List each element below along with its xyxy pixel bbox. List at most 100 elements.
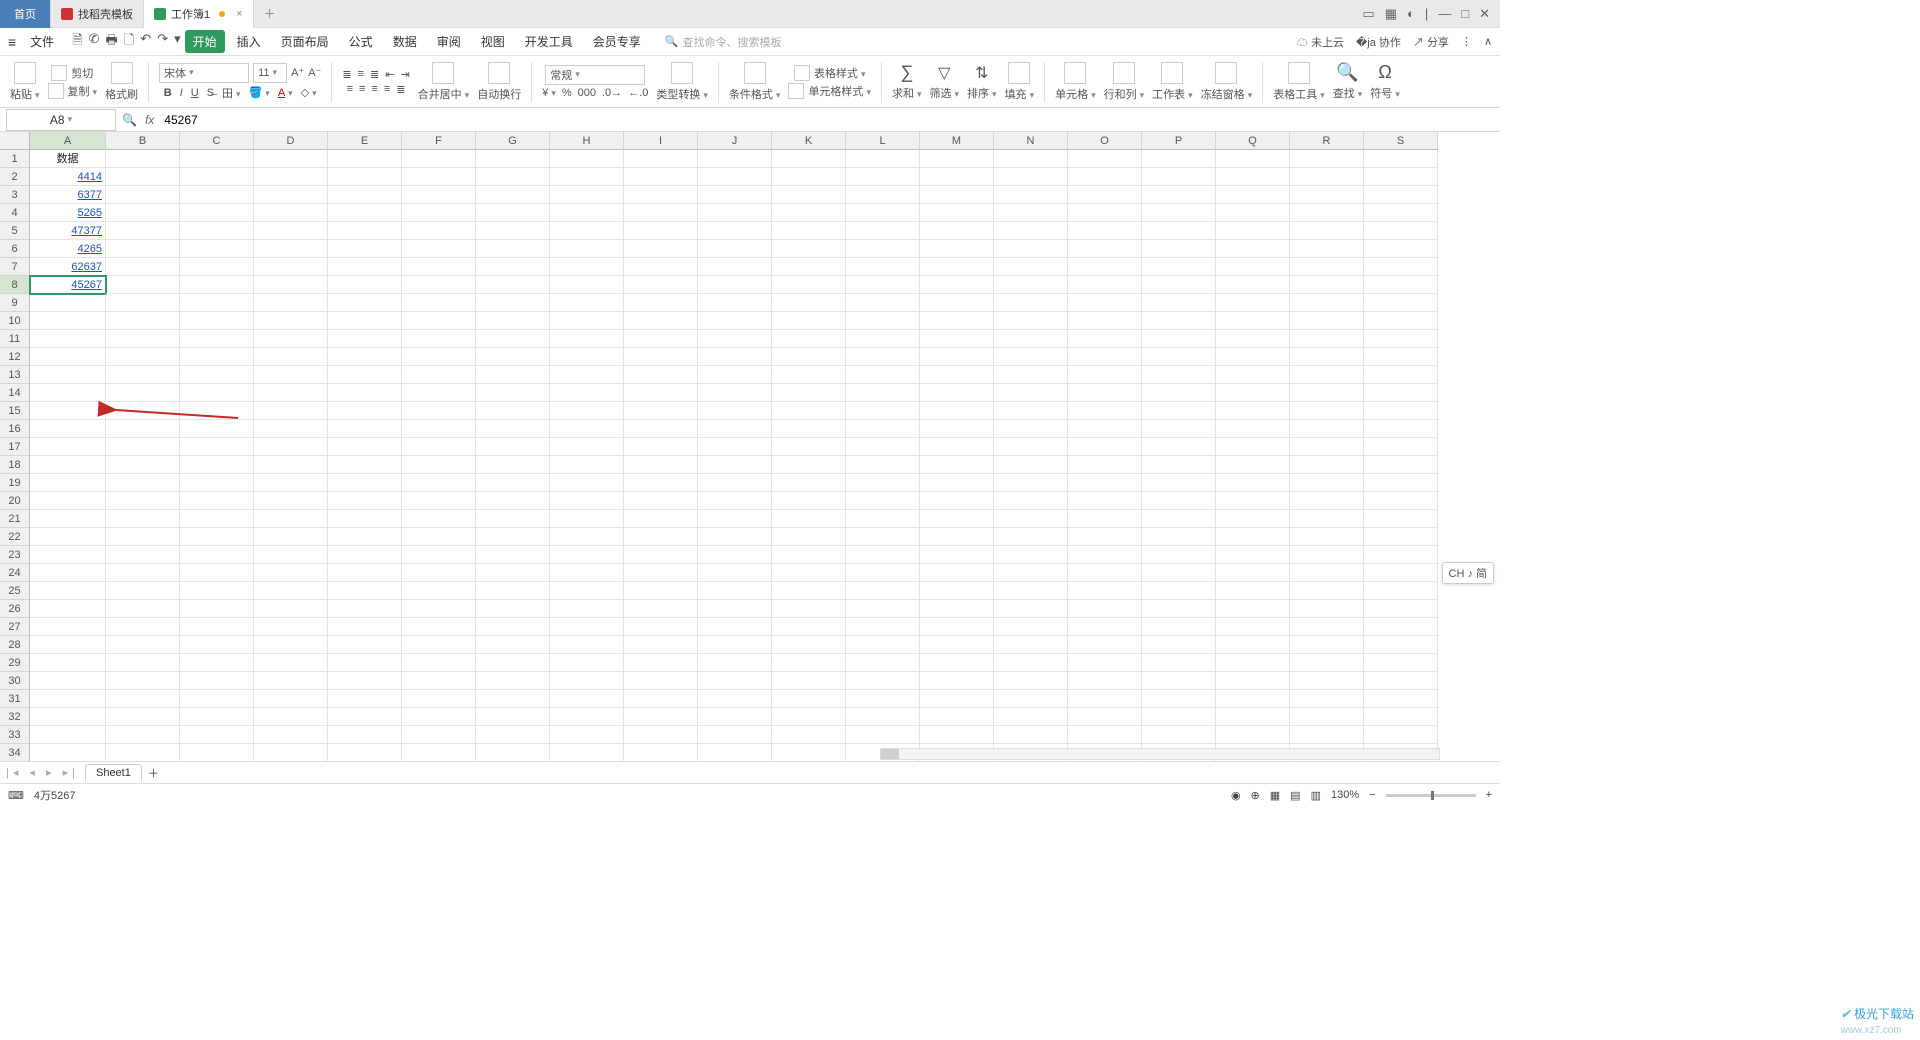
fill-button[interactable]: 填充 xyxy=(1003,62,1037,102)
fx-icon[interactable]: fx xyxy=(145,113,154,127)
menu-tab-insert[interactable]: 插入 xyxy=(229,30,269,53)
format-painter[interactable]: 格式刷 xyxy=(103,62,140,102)
bold-icon[interactable]: B xyxy=(164,87,172,99)
sheet-tab-1[interactable]: Sheet1 xyxy=(85,764,142,781)
view-normal-icon[interactable]: ▦ xyxy=(1270,789,1280,802)
view-center-icon[interactable]: ⊕ xyxy=(1251,789,1260,802)
cells-button[interactable]: 单元格 xyxy=(1053,62,1098,102)
view-break-icon[interactable]: ▥ xyxy=(1311,789,1321,802)
freeze-button[interactable]: 冻结窗格 xyxy=(1199,62,1255,102)
formula-input[interactable] xyxy=(162,112,1500,128)
copy-label[interactable]: 复制 xyxy=(68,83,98,99)
tab-home[interactable]: 首页 xyxy=(0,0,51,28)
horizontal-scrollbar[interactable] xyxy=(0,747,1500,761)
hamburger-icon[interactable]: ≡ xyxy=(8,34,16,50)
preview-icon[interactable]: 🗋 xyxy=(124,31,134,53)
align-bot-icon[interactable]: ≣ xyxy=(370,68,379,81)
view-page-icon[interactable]: ▤ xyxy=(1290,789,1300,802)
layout-icon[interactable]: ▭ xyxy=(1362,6,1374,22)
undo-icon[interactable]: ↶ xyxy=(140,31,151,53)
menu-tab-review[interactable]: 审阅 xyxy=(429,30,469,53)
menu-more-icon[interactable]: ⋮ xyxy=(1461,35,1472,48)
merge-button[interactable]: 合并居中 xyxy=(416,62,472,102)
align-right-icon[interactable]: ≡ xyxy=(371,83,377,95)
typeconv-button[interactable]: 类型转换 xyxy=(654,62,710,102)
fx-search-icon[interactable]: 🔍 xyxy=(122,113,137,127)
tbltool-button[interactable]: 表格工具 xyxy=(1271,62,1327,102)
menu-file[interactable]: 文件 xyxy=(22,30,62,53)
strike-icon[interactable]: S̶ xyxy=(207,87,214,99)
menu-tab-pagelayout[interactable]: 页面布局 xyxy=(273,30,337,53)
zoom-value[interactable]: 130% xyxy=(1331,789,1359,801)
font-size-select[interactable]: 11 xyxy=(253,63,287,83)
align-center-icon[interactable]: ≡ xyxy=(359,83,365,95)
command-search[interactable]: 🔍 查找命令、搜索模板 xyxy=(665,34,782,50)
column-headers[interactable]: ABCDEFGHIJKLMNOPQRS xyxy=(30,132,1500,150)
rowcol-button[interactable]: 行和列 xyxy=(1102,62,1147,102)
apps-icon[interactable]: ▦ xyxy=(1385,6,1397,22)
sheet-button[interactable]: 工作表 xyxy=(1150,62,1195,102)
tab-add[interactable]: ＋ xyxy=(254,5,286,22)
collab-button[interactable]: �ја 协作 xyxy=(1356,34,1401,50)
row-headers[interactable]: 1234567891011121314151617181920212223242… xyxy=(0,150,30,762)
align-top-icon[interactable]: ≣ xyxy=(342,68,351,81)
menu-tab-dev[interactable]: 开发工具 xyxy=(517,30,581,53)
percent-icon[interactable]: % xyxy=(562,87,572,99)
underline-icon[interactable]: U xyxy=(191,87,199,99)
symbol-button[interactable]: Ω符号 xyxy=(1368,62,1402,101)
align-left-icon[interactable]: ≡ xyxy=(347,83,353,95)
menu-tab-view[interactable]: 视图 xyxy=(473,30,513,53)
print-icon[interactable]: 🖶 xyxy=(106,31,118,53)
indent-dec-icon[interactable]: ⇤ xyxy=(385,68,394,81)
tab-workbook[interactable]: 工作簿1 × xyxy=(144,0,254,28)
condfmt-button[interactable]: 条件格式 xyxy=(727,62,783,102)
number-format-select[interactable]: 常规 xyxy=(545,65,645,85)
copy-icon[interactable] xyxy=(48,83,64,99)
cellstyle-icon[interactable] xyxy=(788,83,804,99)
font-name-select[interactable]: 宋体 xyxy=(159,63,249,83)
redo-icon[interactable]: ↷ xyxy=(157,31,168,53)
currency-icon[interactable]: ¥ xyxy=(542,87,556,99)
wrap-button[interactable]: 自动换行 xyxy=(475,62,523,102)
tblstyle-icon[interactable] xyxy=(794,65,810,81)
maximize-icon[interactable]: □ xyxy=(1461,6,1469,22)
border-icon[interactable]: 田 xyxy=(222,85,241,101)
menu-tab-start[interactable]: 开始 xyxy=(185,30,225,53)
skin-icon[interactable]: ◐ xyxy=(1407,6,1415,22)
indent-inc-icon[interactable]: ⇥ xyxy=(400,68,409,81)
menu-tab-vip[interactable]: 会员专享 xyxy=(585,30,649,53)
view-eye-icon[interactable]: ◉ xyxy=(1231,789,1241,802)
menu-tab-formula[interactable]: 公式 xyxy=(341,30,381,53)
sum-button[interactable]: ∑求和 xyxy=(890,62,924,101)
fillcolor-icon[interactable]: 🪣 xyxy=(249,86,270,99)
dec-dec-icon[interactable]: ←.0 xyxy=(628,87,648,99)
dec-font-icon[interactable]: A⁻ xyxy=(308,66,321,79)
status-icon[interactable]: ⌨ xyxy=(8,789,24,802)
tab-templates[interactable]: 找稻壳模板 xyxy=(51,0,144,28)
phonetic-icon[interactable]: ◇ xyxy=(301,86,317,99)
paste-group[interactable]: 粘贴 xyxy=(8,62,42,102)
cut-label[interactable]: 剪切 xyxy=(71,65,93,81)
saveas-icon[interactable]: ✆ xyxy=(89,31,100,53)
menu-tab-data[interactable]: 数据 xyxy=(385,30,425,53)
align-mid-icon[interactable]: ≡ xyxy=(358,68,364,80)
fontcolor-icon[interactable]: A xyxy=(278,87,293,99)
minimize-icon[interactable]: — xyxy=(1438,6,1451,22)
collapse-ribbon-icon[interactable]: ∧ xyxy=(1484,35,1492,48)
cut-icon[interactable] xyxy=(51,65,67,81)
zoom-in-icon[interactable]: + xyxy=(1486,789,1492,801)
tblstyle-label[interactable]: 表格样式 xyxy=(814,65,866,81)
filter-button[interactable]: ▽筛选 xyxy=(928,63,962,101)
inc-font-icon[interactable]: A⁺ xyxy=(291,66,304,79)
italic-icon[interactable]: I xyxy=(180,87,183,99)
orient-icon[interactable]: ≣ xyxy=(396,83,405,96)
name-box[interactable]: A8 xyxy=(6,109,116,131)
qa-dropdown-icon[interactable]: ▾ xyxy=(174,31,181,53)
sheet-add[interactable]: ＋ xyxy=(148,765,159,781)
save-icon[interactable]: 🗎 xyxy=(72,31,82,53)
cells[interactable]: 数据4414637752654737742656263745267 xyxy=(30,150,1500,761)
select-all-corner[interactable] xyxy=(0,132,30,150)
zoom-out-icon[interactable]: − xyxy=(1369,789,1375,801)
ime-indicator[interactable]: CH ♪ 简 xyxy=(1442,562,1495,584)
cloud-status[interactable]: ☁ 未上云 xyxy=(1297,34,1344,50)
